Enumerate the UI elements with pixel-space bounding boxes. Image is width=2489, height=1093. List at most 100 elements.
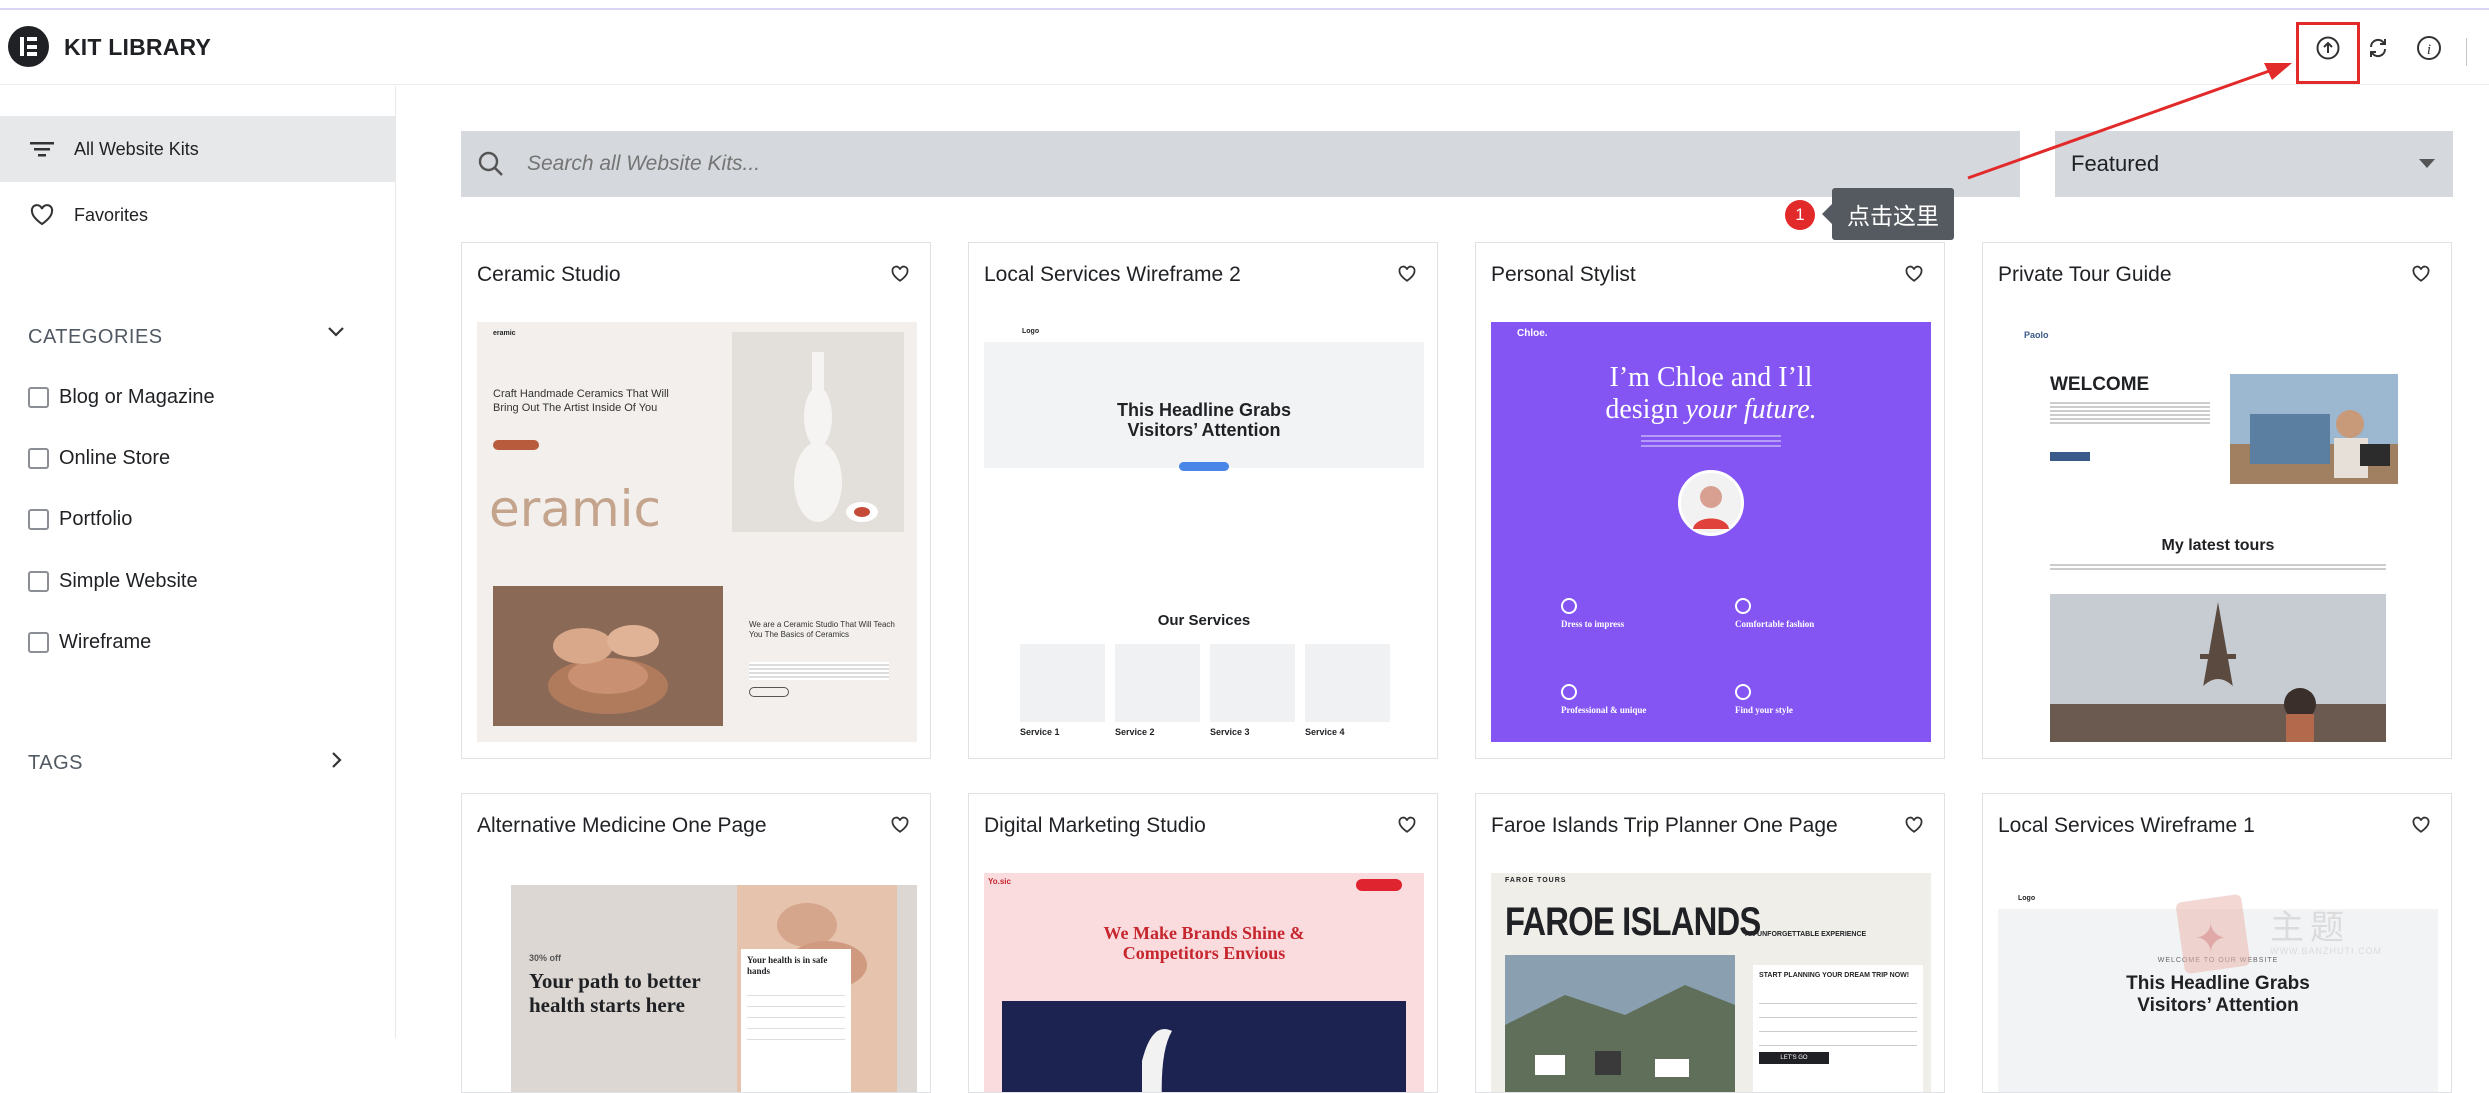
kit-card-local-services-wireframe-1[interactable]: Local Services Wireframe 1 Logo WELCOME … [1982,793,2452,1093]
preview-service-label: Service 2 [1115,727,1155,737]
refresh-icon [2369,38,2387,58]
preview-logo: Logo [1022,328,1040,335]
top-border [0,0,2489,10]
category-portfolio[interactable]: Portfolio [28,508,132,531]
category-wireframe[interactable]: Wireframe [28,631,151,654]
preview-feature: Professional & unique [1561,705,1647,715]
preview-headline: I’m Chloe and I’ll design your future. [1491,362,1931,426]
preview-button [749,687,789,697]
checkbox[interactable] [28,509,49,530]
preview-eiffel-photo [2050,594,2386,742]
checkbox[interactable] [28,448,49,469]
heart-icon [28,203,56,227]
favorite-heart-icon[interactable] [890,265,910,283]
sidebar-item-favorites[interactable]: Favorites [0,182,395,248]
sync-button[interactable] [2362,32,2394,64]
kit-preview[interactable]: Logo This Headline Grabs Visitors’ Atten… [984,322,1424,742]
kit-preview[interactable]: FAROE TOURS FAROE ISLANDS AN UNFORGETTAB… [1491,873,1931,1092]
preview-section-title: My latest tours [2161,537,2275,554]
preview-service-card [1210,644,1295,722]
kit-title: Private Tour Guide [1998,263,2172,286]
kit-preview[interactable]: Chloe. I’m Chloe and I’ll design your fu… [1491,322,1931,742]
preview-headline-line2: design [1605,394,1686,425]
preview-text-lines [749,662,889,680]
preview-form-card: START PLANNING YOUR DREAM TRIP NOW! LET'… [1753,965,1923,1092]
info-icon: i [2417,36,2441,60]
annotation-badge: 1 [1785,200,1815,230]
categories-title[interactable]: CATEGORIES [28,326,163,349]
checkbox[interactable] [28,632,49,653]
favorite-heart-icon[interactable] [2411,265,2431,283]
preview-headline: Your path to better health starts here [529,969,701,1017]
filter-icon [28,139,56,159]
favorite-heart-icon[interactable] [890,816,910,834]
preview-welcome: WELCOME [2050,374,2150,395]
kit-preview[interactable]: eramic Craft Handmade Ceramics That Will… [477,322,917,742]
preview-hero: Craft Handmade Ceramics That Will Bring … [493,388,669,414]
preview-kicker: WELCOME TO OUR WEBSITE [2157,957,2279,964]
kit-card-ceramic-studio[interactable]: Ceramic Studio eramic Craft Handmade Cer… [461,242,931,759]
preview-logo: Chloe. [1517,328,1548,339]
preview-feature-icon [1735,684,1751,700]
favorite-heart-icon[interactable] [1397,816,1417,834]
checkbox[interactable] [28,387,49,408]
favorite-heart-icon[interactable] [2411,816,2431,834]
kit-preview[interactable]: Logo WELCOME TO OUR WEBSITE This Headlin… [1998,873,2438,1092]
preview-button [1179,462,1229,471]
tags-title[interactable]: TAGS [28,752,83,775]
preview-pottery-image [493,586,723,726]
preview-button: LET'S GO [1759,1052,1829,1064]
kit-card-personal-stylist[interactable]: Personal Stylist Chloe. I’m Chloe and I’… [1475,242,1945,759]
preview-headline-italic: your future. [1685,394,1817,425]
category-label: Online Store [59,447,171,469]
sort-select[interactable]: Featured [2055,131,2453,197]
kit-title: Local Services Wireframe 2 [984,263,1241,286]
annotation-tooltip: 点击这里 [1822,188,1954,240]
kit-card-local-services-wireframe-2[interactable]: Local Services Wireframe 2 Logo This Hea… [968,242,1438,759]
search-input[interactable] [527,152,1927,176]
kit-preview[interactable]: 30% off Your path to better health start… [477,873,917,1092]
app-title: KIT LIBRARY [64,34,212,60]
preview-service-card [1020,644,1105,722]
preview-logo: Logo [2018,895,2036,902]
category-label: Wireframe [59,631,152,653]
caret-down-icon [2419,159,2435,168]
category-simple-website[interactable]: Simple Website [28,570,198,593]
category-label: Portfolio [59,508,133,530]
sidebar-item-label: All Website Kits [74,138,199,159]
preview-word: eramic [489,480,662,538]
preview-headline: FAROE ISLANDS [1505,900,1761,944]
preview-service-card [1115,644,1200,722]
preview-headline: We Make Brands Shine & Competitors Envio… [1103,923,1305,963]
preview-cta: START PLANNING YOUR DREAM TRIP NOW! [1759,972,1910,979]
favorite-heart-icon[interactable] [1397,265,1417,283]
kit-preview[interactable]: Paolo WELCOME My latest tours [1998,322,2438,742]
elementor-logo-icon [8,26,49,67]
kit-card-private-tour-guide[interactable]: Private Tour Guide Paolo WELCOME My late… [1982,242,2452,759]
svg-text:i: i [2427,42,2431,58]
chevron-down-icon[interactable] [326,322,346,348]
kit-card-alternative-medicine-one-page[interactable]: Alternative Medicine One Page 30% off Yo… [461,793,931,1093]
category-blog-or-magazine[interactable]: Blog or Magazine [28,386,215,409]
checkbox[interactable] [28,571,49,592]
kit-preview[interactable]: Yo.sic We Make Brands Shine & Competitor… [984,873,1424,1092]
preview-section-title: Our Services [1157,612,1251,629]
category-online-store[interactable]: Online Store [28,447,170,470]
search-bar[interactable] [461,131,2020,197]
kit-card-digital-marketing-studio[interactable]: Digital Marketing Studio Yo.sic We Make … [968,793,1438,1093]
preview-logo: FAROE TOURS [1505,877,1567,884]
favorite-heart-icon[interactable] [1904,265,1924,283]
preview-feature-icon [1735,598,1751,614]
sidebar-item-all-kits[interactable]: All Website Kits [0,116,395,182]
kit-title: Alternative Medicine One Page [477,814,767,837]
preview-tagline: AN UNFORGETTABLE EXPERIENCE [1745,931,1867,938]
kit-card-faroe-islands-trip-planner[interactable]: Faroe Islands Trip Planner One Page FARO… [1475,793,1945,1093]
preview-feature: Dress to impress [1561,619,1625,629]
preview-headline: This Headline Grabs Visitors’ Attention [2126,973,2310,1016]
chevron-right-icon[interactable] [326,750,346,776]
info-button[interactable]: i [2413,32,2445,64]
preview-service-card [1305,644,1390,722]
preview-logo: eramic [493,330,516,337]
category-label: Simple Website [59,570,198,592]
favorite-heart-icon[interactable] [1904,816,1924,834]
